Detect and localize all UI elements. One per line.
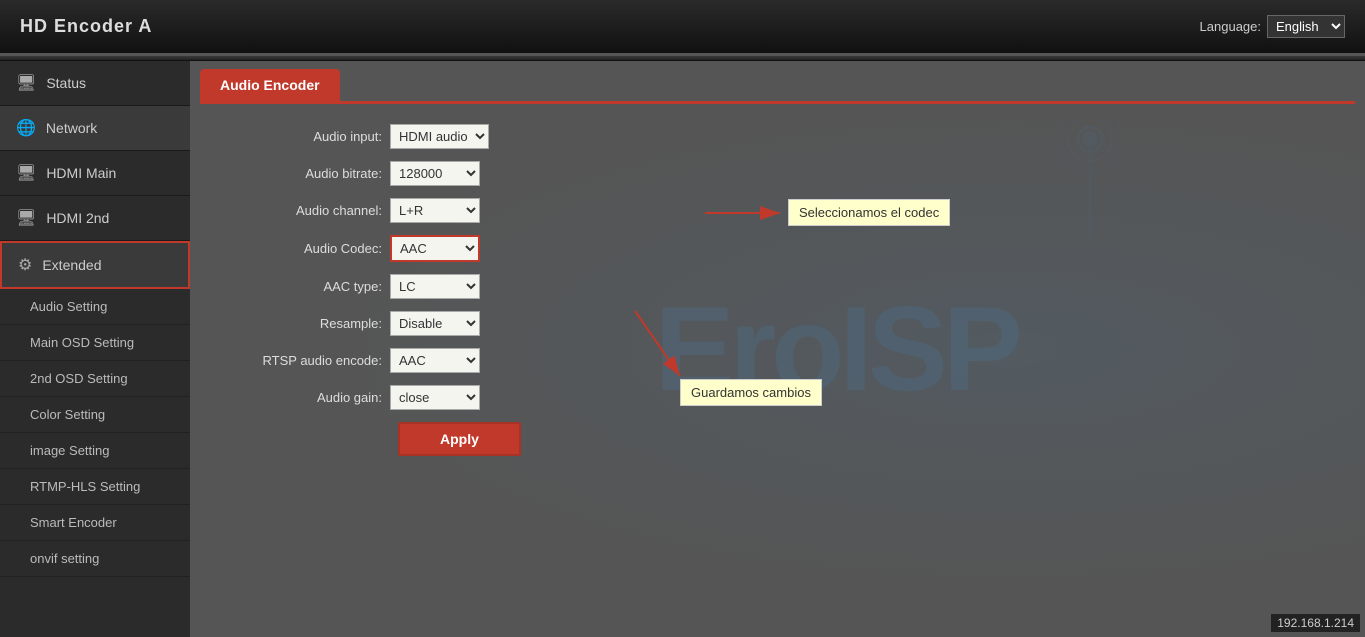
hdmi2-icon: 🖥 <box>16 208 36 228</box>
audio-channel-select[interactable]: L+R Left Right <box>390 198 480 223</box>
sidebar-sub-main-osd[interactable]: Main OSD Setting <box>0 325 190 361</box>
apply-button[interactable]: Apply <box>398 422 521 456</box>
form-row-rtsp-audio: RTSP audio encode: AAC MP3 <box>230 348 1325 373</box>
sub-item-label: Audio Setting <box>30 299 107 314</box>
aac-type-label: AAC type: <box>230 279 390 294</box>
sidebar-sub-onvif[interactable]: onvif setting <box>0 541 190 577</box>
sidebar-sub-smart-encoder[interactable]: Smart Encoder <box>0 505 190 541</box>
sidebar-item-status[interactable]: 🖥 Status <box>0 61 190 106</box>
audio-channel-label: Audio channel: <box>230 203 390 218</box>
content-area: EroISP Audio Encoder Audio input: HDMI a… <box>190 61 1365 637</box>
tab-audio-encoder[interactable]: Audio Encoder <box>200 69 340 101</box>
sidebar-item-label: HDMI 2nd <box>46 210 109 226</box>
audio-gain-select[interactable]: close low medium high <box>390 385 480 410</box>
ip-badge: 192.168.1.214 <box>1270 613 1361 633</box>
rtsp-audio-select[interactable]: AAC MP3 <box>390 348 480 373</box>
main-layout: 🖥 Status 🌐 Network 🖥 HDMI Main 🖥 HDMI 2n… <box>0 61 1365 637</box>
form-row-audio-codec: Audio Codec: AAC MP3 G.711 <box>230 235 1325 262</box>
language-area: Language: English Chinese <box>1200 15 1345 38</box>
sub-item-label: 2nd OSD Setting <box>30 371 128 386</box>
globe-icon: 🌐 <box>16 118 36 138</box>
sidebar-item-hdmi-main[interactable]: 🖥 HDMI Main <box>0 151 190 196</box>
sidebar-sub-rtmp-hls[interactable]: RTMP-HLS Setting <box>0 469 190 505</box>
audio-codec-select[interactable]: AAC MP3 G.711 <box>390 235 480 262</box>
resample-label: Resample: <box>230 316 390 331</box>
sidebar-sub-image-setting[interactable]: image Setting <box>0 433 190 469</box>
monitor-icon: 🖥 <box>16 73 36 93</box>
sidebar: 🖥 Status 🌐 Network 🖥 HDMI Main 🖥 HDMI 2n… <box>0 61 190 637</box>
gear-icon: ⚙ <box>18 255 32 275</box>
form-row-aac-type: AAC type: LC HE <box>230 274 1325 299</box>
callout-apply: Guardamos cambios <box>680 379 822 406</box>
tab-bar: Audio Encoder <box>190 61 1365 101</box>
sidebar-item-label: HDMI Main <box>46 165 116 181</box>
form-row-audio-channel: Audio channel: L+R Left Right <box>230 198 1325 223</box>
sidebar-sub-audio-setting[interactable]: Audio Setting <box>0 289 190 325</box>
sidebar-item-network[interactable]: 🌐 Network <box>0 106 190 151</box>
form-row-audio-input: Audio input: HDMI audio Line In <box>230 124 1325 149</box>
audio-bitrate-label: Audio bitrate: <box>230 166 390 181</box>
audio-input-label: Audio input: <box>230 129 390 144</box>
sub-item-label: onvif setting <box>30 551 99 566</box>
sub-item-label: RTMP-HLS Setting <box>30 479 140 494</box>
form-row-audio-bitrate: Audio bitrate: 128000 64000 96000 192000 <box>230 161 1325 186</box>
language-label: Language: <box>1200 19 1261 34</box>
hdmi-icon: 🖥 <box>16 163 36 183</box>
form-area: Audio input: HDMI audio Line In Audio bi… <box>190 104 1365 488</box>
sidebar-item-extended[interactable]: ⚙ Extended <box>0 241 190 289</box>
audio-codec-label: Audio Codec: <box>230 241 390 256</box>
app-title: HD Encoder A <box>20 16 152 37</box>
tab-label: Audio Encoder <box>220 77 320 93</box>
form-row-resample: Resample: Disable Enable <box>230 311 1325 336</box>
sidebar-item-label: Network <box>46 120 97 136</box>
header: HD Encoder A Language: English Chinese <box>0 0 1365 55</box>
sidebar-item-hdmi-2nd[interactable]: 🖥 HDMI 2nd <box>0 196 190 241</box>
rtsp-audio-label: RTSP audio encode: <box>230 353 390 368</box>
audio-gain-label: Audio gain: <box>230 390 390 405</box>
sub-item-label: Main OSD Setting <box>30 335 134 350</box>
sub-item-label: image Setting <box>30 443 110 458</box>
sub-item-label: Color Setting <box>30 407 105 422</box>
sidebar-item-label: Extended <box>42 257 101 273</box>
sidebar-sub-color-setting[interactable]: Color Setting <box>0 397 190 433</box>
sidebar-sub-2nd-osd[interactable]: 2nd OSD Setting <box>0 361 190 397</box>
resample-select[interactable]: Disable Enable <box>390 311 480 336</box>
audio-input-select[interactable]: HDMI audio Line In <box>390 124 489 149</box>
sidebar-item-label: Status <box>46 75 86 91</box>
sub-item-label: Smart Encoder <box>30 515 117 530</box>
aac-type-select[interactable]: LC HE <box>390 274 480 299</box>
callout-codec: Seleccionamos el codec <box>788 199 950 226</box>
audio-bitrate-select[interactable]: 128000 64000 96000 192000 <box>390 161 480 186</box>
apply-button-row: Apply <box>230 422 1325 456</box>
language-select[interactable]: English Chinese <box>1267 15 1345 38</box>
